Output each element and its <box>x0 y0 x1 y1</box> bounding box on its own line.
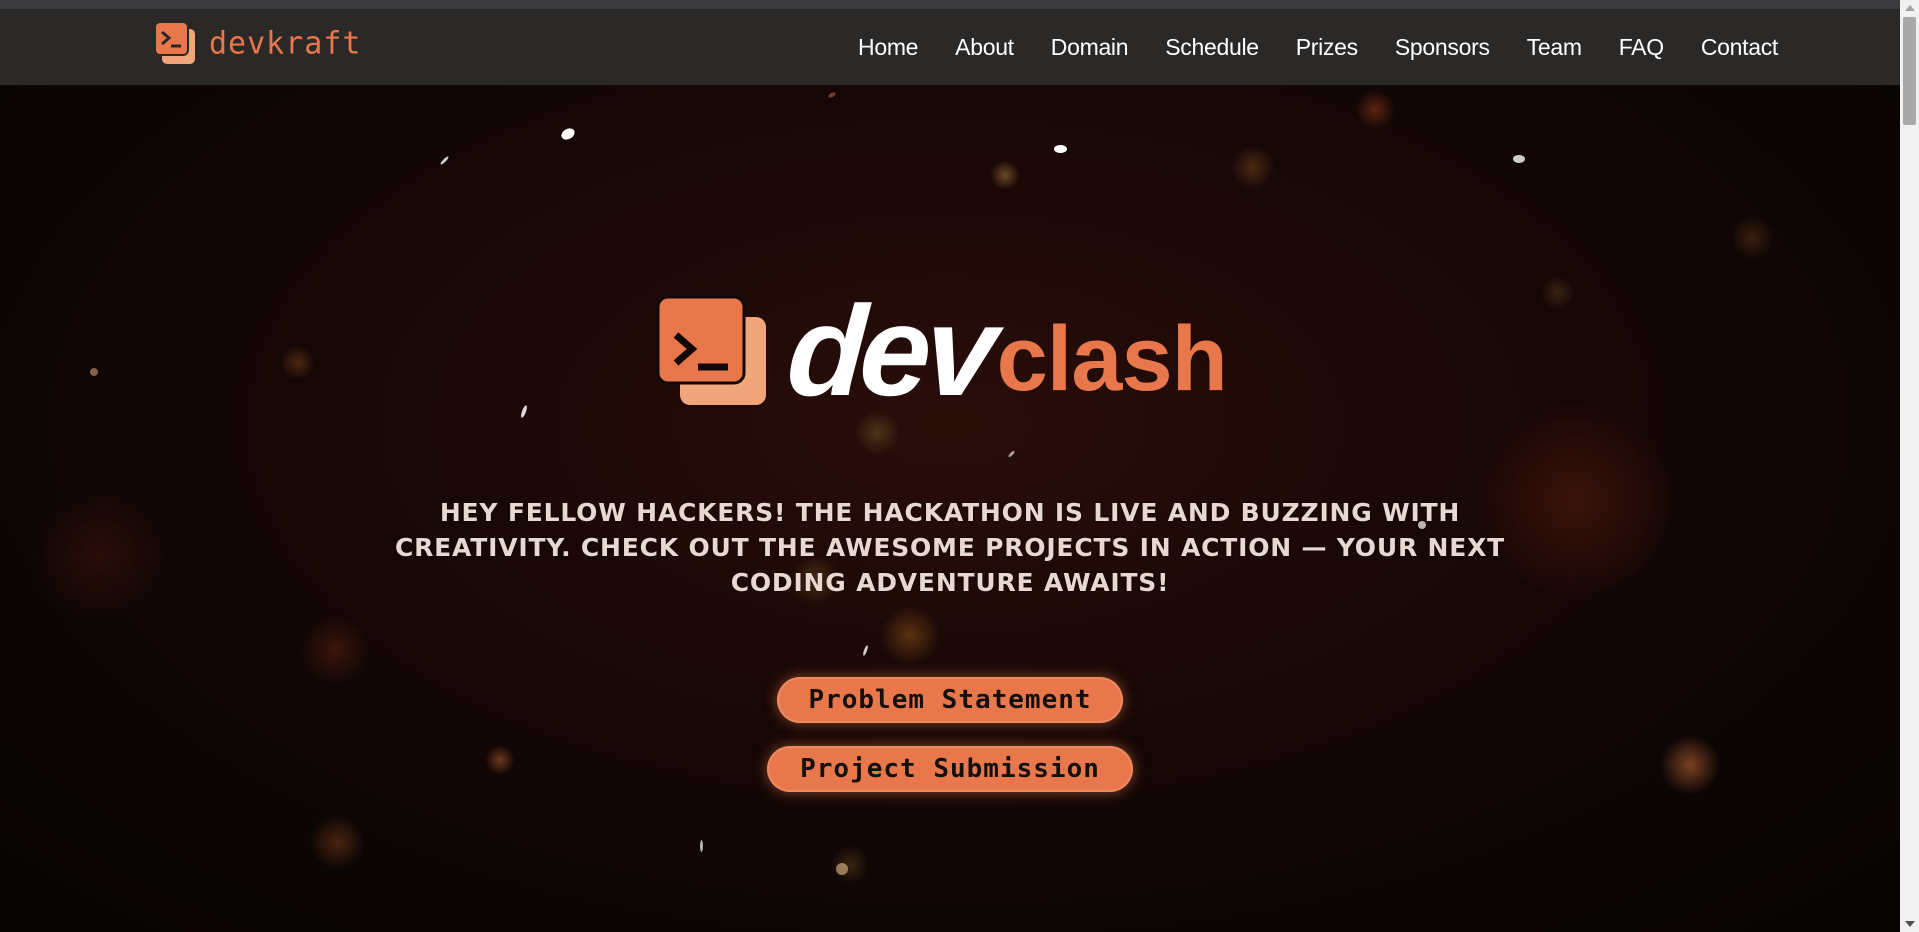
brand-logo-text: devkraft <box>209 24 362 62</box>
bokeh-particle <box>1230 145 1275 190</box>
spark-particle <box>827 91 837 99</box>
bokeh-particle <box>300 615 370 685</box>
page-scrollbar[interactable] <box>1900 0 1919 932</box>
bokeh-particle <box>830 845 870 885</box>
window-top-bar <box>0 0 1900 9</box>
nav-link-home[interactable]: Home <box>858 34 918 61</box>
hero-tagline: HEY FELLOW HACKERS! THE HACKATHON IS LIV… <box>394 498 1506 597</box>
spark-particle <box>862 644 869 657</box>
bokeh-particle <box>1660 735 1720 795</box>
bokeh-particle <box>1355 90 1395 130</box>
nav-link-faq[interactable]: FAQ <box>1619 34 1664 61</box>
spark-particle <box>1513 155 1525 163</box>
bokeh-particle <box>1540 275 1575 310</box>
logo-clash-text: clash <box>996 308 1228 410</box>
nav-link-domain[interactable]: Domain <box>1051 34 1129 61</box>
bokeh-particle <box>485 745 515 775</box>
spark-particle <box>700 840 703 852</box>
scroll-down-arrow-icon[interactable] <box>1905 921 1915 927</box>
spark-particle <box>559 126 577 142</box>
spark-particle <box>439 155 450 166</box>
spark-particle <box>1007 450 1016 458</box>
spark-particle <box>836 863 848 875</box>
nav-link-schedule[interactable]: Schedule <box>1165 34 1259 61</box>
bokeh-particle <box>310 815 365 870</box>
nav-link-prizes[interactable]: Prizes <box>1296 34 1358 61</box>
spark-particle <box>90 368 98 376</box>
problem-statement-button[interactable]: Problem Statement <box>777 677 1123 723</box>
terminal-window-icon <box>656 295 766 405</box>
bokeh-particle <box>280 345 315 380</box>
nav-links: Home About Domain Schedule Prizes Sponso… <box>821 9 1778 85</box>
nav-link-about[interactable]: About <box>955 34 1014 61</box>
spark-particle <box>519 404 529 419</box>
bokeh-particle <box>30 485 170 625</box>
project-submission-button[interactable]: Project Submission <box>767 746 1133 792</box>
nav-link-sponsors[interactable]: Sponsors <box>1395 34 1490 61</box>
nav-link-contact[interactable]: Contact <box>1701 34 1778 61</box>
nav-link-team[interactable]: Team <box>1527 34 1582 61</box>
bokeh-particle <box>990 160 1020 190</box>
spark-particle <box>1054 145 1067 153</box>
bokeh-particle <box>880 605 940 665</box>
terminal-window-icon <box>154 21 195 64</box>
devclash-logo: dev clash <box>656 280 1228 423</box>
hero-section: dev clash HEY FELLOW HACKERS! THE HACKAT… <box>0 85 1900 932</box>
navbar: devkraft Home About Domain Schedule Priz… <box>0 9 1900 85</box>
brand-logo[interactable]: devkraft <box>153 20 362 66</box>
bokeh-particle <box>1730 215 1775 260</box>
scroll-up-arrow-icon[interactable] <box>1905 5 1915 11</box>
scroll-thumb[interactable] <box>1903 17 1916 125</box>
logo-dev-text: dev <box>783 280 996 423</box>
